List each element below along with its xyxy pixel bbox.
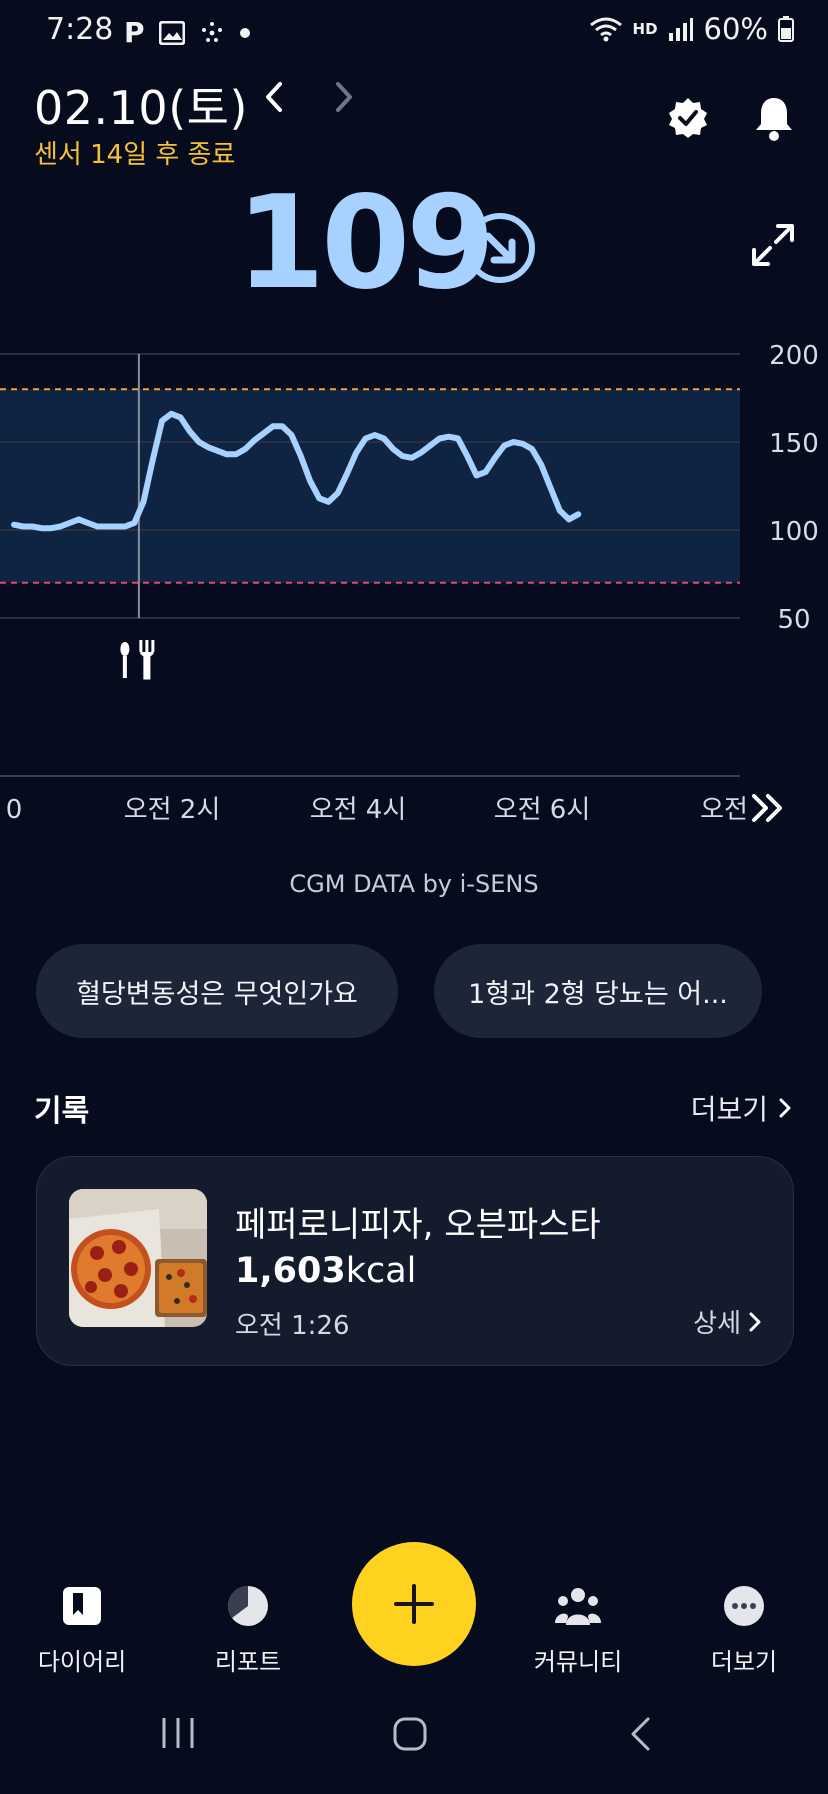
signal-icon — [668, 18, 693, 41]
home-button[interactable] — [392, 1716, 428, 1756]
question-chip-variability[interactable]: 혈당변동성은 무엇인가요 — [36, 944, 398, 1038]
back-button[interactable] — [628, 1716, 652, 1756]
double-chevron-right-icon — [752, 794, 782, 822]
x-tick-label: 오전 4시 — [310, 795, 407, 825]
battery-icon — [778, 16, 794, 42]
dot-icon — [239, 27, 250, 38]
add-record-button[interactable] — [352, 1542, 476, 1666]
y-tick-label: 150 — [769, 429, 819, 459]
y-tick-label: 100 — [769, 517, 819, 547]
records-title: 기록 — [34, 1094, 90, 1129]
current-glucose-value: 109 — [236, 169, 495, 318]
next-day-button[interactable] — [332, 80, 356, 118]
home-icon — [393, 1717, 427, 1751]
status-time: 7:28 — [46, 12, 114, 47]
detail-label: 상세 — [693, 1309, 741, 1339]
chevron-right-icon — [749, 1312, 761, 1331]
tab-diary[interactable]: 다이어리 — [22, 1580, 142, 1677]
tab-more[interactable]: 더보기 — [684, 1580, 804, 1677]
chart-data-source: CGM DATA by i-SENS — [289, 870, 539, 898]
status-system-icons: HD 60% — [589, 12, 794, 46]
meal-photo — [69, 1189, 207, 1327]
question-chip-diabetes-types[interactable]: 1형과 2형 당뇨는 어... — [434, 944, 762, 1038]
y-tick-label: 200 — [769, 341, 819, 371]
meal-detail-link[interactable]: 상세 — [693, 1303, 761, 1340]
tab-diary-label: 다이어리 — [37, 1648, 127, 1676]
tab-community-label: 커뮤니티 — [533, 1648, 623, 1676]
status-notification-icons: P — [124, 16, 251, 49]
gallery-icon — [158, 20, 185, 45]
x-tick-label: 오전 — [700, 795, 748, 825]
arrow-down-right-icon — [465, 213, 535, 283]
scroll-forward-button[interactable] — [752, 794, 782, 822]
community-icon — [555, 1588, 601, 1625]
records-more-link[interactable]: 더보기 — [691, 1088, 792, 1128]
chevron-left-icon — [266, 82, 282, 112]
meal-record-card[interactable]: 페퍼로니피자, 오븐파스타 1,603kcal 오전 1:26 상세 — [36, 1156, 794, 1366]
sensor-expiry-notice: 센서 14일 후 종료 — [34, 140, 236, 170]
tab-more-label: 더보기 — [710, 1648, 778, 1676]
tab-community[interactable]: 커뮤니티 — [518, 1580, 638, 1677]
y-tick-label: 50 — [777, 605, 810, 635]
meal-marker-icon[interactable] — [120, 640, 155, 680]
back-chevron-icon — [631, 1717, 650, 1751]
expand-icon — [752, 224, 794, 266]
meal-name: 페퍼로니피자, 오븐파스타 — [235, 1205, 601, 1245]
meal-calories: 1,603kcal — [235, 1251, 416, 1291]
x-tick-label: 오전 2시 — [124, 795, 221, 825]
calorie-value: 1,603 — [235, 1251, 346, 1291]
recents-icon — [162, 1718, 194, 1748]
more-dots-icon — [724, 1586, 764, 1626]
diary-icon — [63, 1587, 101, 1625]
report-icon — [228, 1586, 268, 1626]
p-app-icon: P — [124, 16, 145, 49]
plus-icon — [394, 1584, 434, 1624]
tab-report[interactable]: 리포트 — [188, 1580, 308, 1677]
chevron-right-icon — [779, 1098, 791, 1118]
sparkle-icon — [201, 21, 222, 42]
expand-chart-button[interactable] — [750, 222, 796, 272]
sensor-status-button[interactable] — [666, 96, 710, 144]
bell-icon — [756, 98, 792, 141]
glucose-chart[interactable]: 200 150 100 50 0 오전 2시 오전 4시 오전 6시 오전 — [0, 340, 828, 840]
x-tick-label: 0 — [6, 795, 23, 825]
previous-day-button[interactable] — [262, 80, 286, 118]
trend-indicator — [464, 212, 536, 288]
hd-voice-icon: HD — [632, 20, 658, 38]
battery-percent: 60% — [703, 12, 768, 46]
records-more-label: 더보기 — [690, 1093, 768, 1126]
wifi-icon — [589, 17, 622, 42]
chevron-right-icon — [336, 82, 352, 112]
recent-apps-button[interactable] — [160, 1716, 196, 1754]
calorie-unit: kcal — [345, 1251, 417, 1291]
tab-report-label: 리포트 — [214, 1648, 282, 1676]
verified-badge-icon — [669, 98, 707, 138]
notifications-button[interactable] — [752, 94, 796, 146]
target-range-band — [0, 389, 740, 583]
date-title: 02.10(토) — [34, 81, 248, 135]
meal-time: 오전 1:26 — [235, 1311, 350, 1341]
x-tick-label: 오전 6시 — [494, 795, 591, 825]
